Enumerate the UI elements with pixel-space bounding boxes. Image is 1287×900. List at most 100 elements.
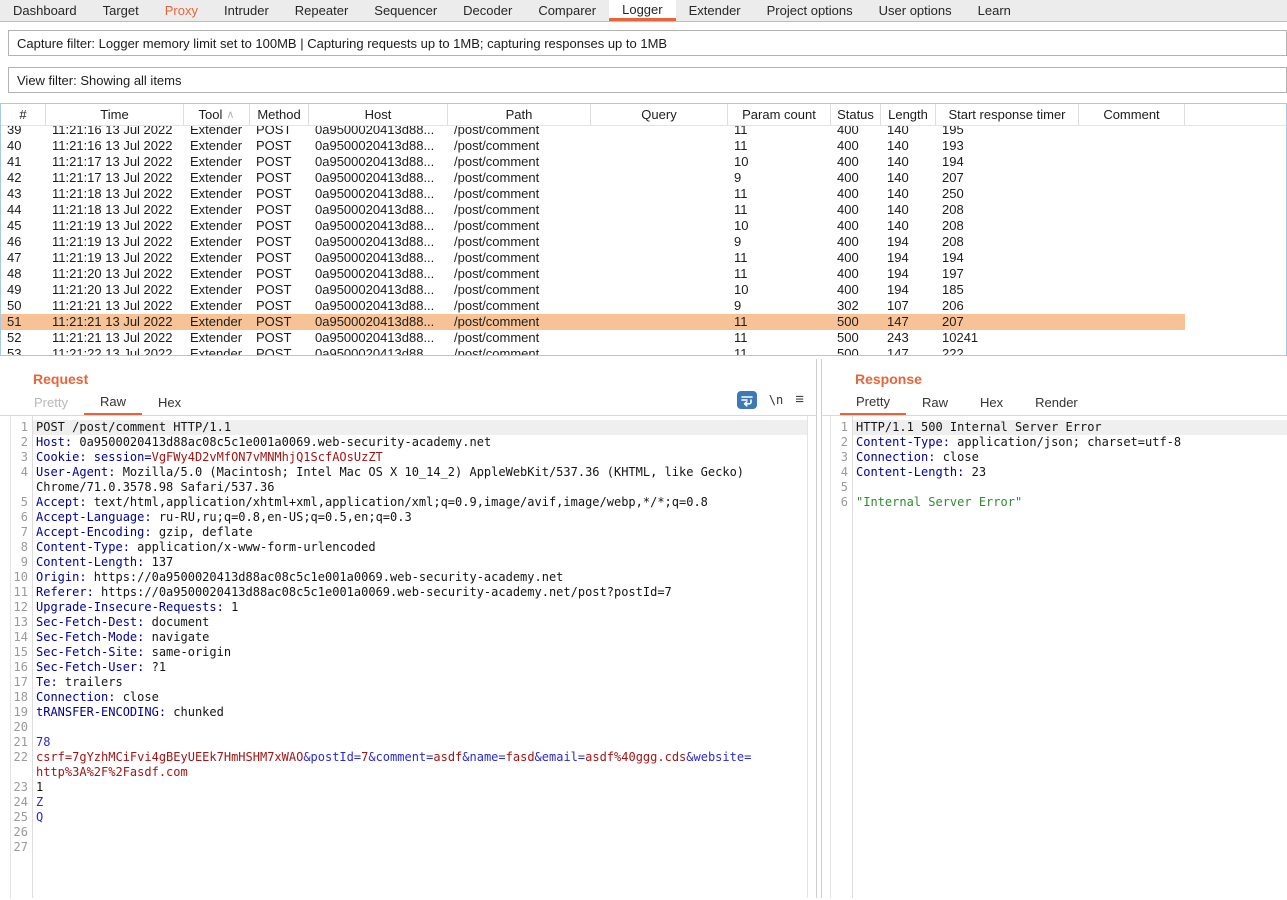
code-line[interactable]: 2178 xyxy=(11,735,807,750)
cell-path: /post/comment xyxy=(448,266,591,282)
code-line[interactable]: 25Q xyxy=(11,810,807,825)
code-line[interactable]: 6Accept-Language: ru-RU,ru;q=0.8,en-US;q… xyxy=(11,510,807,525)
menu-tab-logger[interactable]: Logger xyxy=(609,0,675,21)
code-line[interactable]: 15Sec-Fetch-Site: same-origin xyxy=(11,645,807,660)
column-header-length[interactable]: Length xyxy=(881,104,936,125)
menu-tab-comparer[interactable]: Comparer xyxy=(525,0,609,21)
cell-status: 400 xyxy=(831,138,881,154)
code-segment: Z xyxy=(36,795,43,809)
menu-tab-user-options[interactable]: User options xyxy=(866,0,965,21)
code-line[interactable]: http%3A%2F%2Fasdf.com xyxy=(11,765,807,780)
code-line[interactable]: 3Connection: close xyxy=(831,450,1287,465)
code-line[interactable]: 20 xyxy=(11,720,807,735)
column-header-status[interactable]: Status xyxy=(831,104,881,125)
code-line[interactable]: 27 xyxy=(11,840,807,855)
column-header-path[interactable]: Path xyxy=(448,104,591,125)
line-number xyxy=(11,480,32,495)
code-line[interactable]: 231 xyxy=(11,780,807,795)
code-line[interactable]: 13Sec-Fetch-Dest: document xyxy=(11,615,807,630)
newline-chars-icon[interactable]: \n xyxy=(769,393,783,407)
code-line[interactable]: 24Z xyxy=(11,795,807,810)
column-header-time[interactable]: Time xyxy=(46,104,184,125)
code-line[interactable]: 1HTTP/1.1 500 Internal Server Error xyxy=(831,420,1287,435)
menu-tab-sequencer[interactable]: Sequencer xyxy=(361,0,450,21)
code-line[interactable]: 19tRANSFER-ENCODING: chunked xyxy=(11,705,807,720)
response-tab-hex[interactable]: Hex xyxy=(964,389,1019,415)
code-line[interactable]: 7Accept-Encoding: gzip, deflate xyxy=(11,525,807,540)
log-entry-row-39[interactable]: 3911:21:16 13 Jul 2022ExtenderPOST0a9500… xyxy=(1,126,1286,138)
column-header-param-count[interactable]: Param count xyxy=(728,104,831,125)
code-line[interactable]: 5Accept: text/html,application/xhtml+xml… xyxy=(11,495,807,510)
log-entry-row-47[interactable]: 4711:21:19 13 Jul 2022ExtenderPOST0a9500… xyxy=(1,250,1286,266)
log-entry-row-50[interactable]: 5011:21:21 13 Jul 2022ExtenderPOST0a9500… xyxy=(1,298,1286,314)
log-entry-row-41[interactable]: 4111:21:17 13 Jul 2022ExtenderPOST0a9500… xyxy=(1,154,1286,170)
log-entry-row-46[interactable]: 4611:21:19 13 Jul 2022ExtenderPOST0a9500… xyxy=(1,234,1286,250)
menu-tab-extender[interactable]: Extender xyxy=(676,0,754,21)
cell-param-count: 11 xyxy=(728,330,831,346)
column-header-method[interactable]: Method xyxy=(250,104,309,125)
code-line[interactable]: 3Cookie: session=VgFWy4D2vMfON7vMNMhjQ1S… xyxy=(11,450,807,465)
response-editor[interactable]: 1HTTP/1.1 500 Internal Server Error2Cont… xyxy=(830,416,1287,898)
code-line[interactable]: 10Origin: https://0a9500020413d88ac08c5c… xyxy=(11,570,807,585)
request-tab-raw[interactable]: Raw xyxy=(84,389,142,415)
pretty-print-icon[interactable] xyxy=(737,391,757,409)
code-line[interactable]: 4User-Agent: Mozilla/5.0 (Macintosh; Int… xyxy=(11,465,807,480)
menu-tab-proxy[interactable]: Proxy xyxy=(152,0,211,21)
menu-tab-repeater[interactable]: Repeater xyxy=(282,0,361,21)
code-line[interactable]: 26 xyxy=(11,825,807,840)
log-entry-row-44[interactable]: 4411:21:18 13 Jul 2022ExtenderPOST0a9500… xyxy=(1,202,1286,218)
code-line[interactable]: 12Upgrade-Insecure-Requests: 1 xyxy=(11,600,807,615)
request-editor[interactable]: 1POST /post/comment HTTP/1.12Host: 0a950… xyxy=(10,416,808,898)
column-header-tool[interactable]: Tool∧ xyxy=(184,104,250,125)
code-segment: asdf xyxy=(433,750,462,764)
log-entry-row-42[interactable]: 4211:21:17 13 Jul 2022ExtenderPOST0a9500… xyxy=(1,170,1286,186)
code-line[interactable]: 6"Internal Server Error" xyxy=(831,495,1287,510)
menu-tab-target[interactable]: Target xyxy=(90,0,152,21)
request-tab-pretty[interactable]: Pretty xyxy=(18,389,84,415)
log-entry-row-51[interactable]: 5111:21:21 13 Jul 2022ExtenderPOST0a9500… xyxy=(1,314,1286,330)
code-line[interactable]: 2Host: 0a9500020413d88ac08c5c1e001a0069.… xyxy=(11,435,807,450)
code-line[interactable]: 5 xyxy=(831,480,1287,495)
code-line[interactable]: 4Content-Length: 23 xyxy=(831,465,1287,480)
response-tab-raw[interactable]: Raw xyxy=(906,389,964,415)
cell-method: POST xyxy=(250,186,309,202)
menu-tab-decoder[interactable]: Decoder xyxy=(450,0,525,21)
log-entry-row-49[interactable]: 4911:21:20 13 Jul 2022ExtenderPOST0a9500… xyxy=(1,282,1286,298)
editor-menu-icon[interactable]: ≡ xyxy=(795,391,804,408)
code-line[interactable]: 18Connection: close xyxy=(11,690,807,705)
code-line[interactable]: 8Content-Type: application/x-www-form-ur… xyxy=(11,540,807,555)
code-line[interactable]: 14Sec-Fetch-Mode: navigate xyxy=(11,630,807,645)
column-header-label: Host xyxy=(365,107,392,122)
code-line[interactable]: 17Te: trailers xyxy=(11,675,807,690)
column-header-query[interactable]: Query xyxy=(591,104,728,125)
log-entry-row-40[interactable]: 4011:21:16 13 Jul 2022ExtenderPOST0a9500… xyxy=(1,138,1286,154)
response-tab-pretty[interactable]: Pretty xyxy=(840,389,906,415)
log-entry-row-48[interactable]: 4811:21:20 13 Jul 2022ExtenderPOST0a9500… xyxy=(1,266,1286,282)
cell-num: 41 xyxy=(1,154,46,170)
menu-tab-learn[interactable]: Learn xyxy=(965,0,1024,21)
column-header-host[interactable]: Host xyxy=(309,104,448,125)
column-header-comment[interactable]: Comment xyxy=(1079,104,1185,125)
log-entry-row-52[interactable]: 5211:21:21 13 Jul 2022ExtenderPOST0a9500… xyxy=(1,330,1286,346)
code-line[interactable]: 1POST /post/comment HTTP/1.1 xyxy=(11,420,807,435)
code-line[interactable]: 11Referer: https://0a9500020413d88ac08c5… xyxy=(11,585,807,600)
code-line[interactable]: 2Content-Type: application/json; charset… xyxy=(831,435,1287,450)
menu-tab-project-options[interactable]: Project options xyxy=(754,0,866,21)
column-header-[interactable]: # xyxy=(1,104,46,125)
log-entry-row-43[interactable]: 4311:21:18 13 Jul 2022ExtenderPOST0a9500… xyxy=(1,186,1286,202)
cell-status: 302 xyxy=(831,298,881,314)
view-filter-bar[interactable]: View filter: Showing all items xyxy=(8,67,1287,93)
response-tab-render[interactable]: Render xyxy=(1019,389,1094,415)
log-entry-row-45[interactable]: 4511:21:19 13 Jul 2022ExtenderPOST0a9500… xyxy=(1,218,1286,234)
code-line[interactable]: Chrome/71.0.3578.98 Safari/537.36 xyxy=(11,480,807,495)
code-line[interactable]: 22csrf=7gYzhMCiFvi4gBEyUEEk7HmHSHM7xWAO&… xyxy=(11,750,807,765)
request-tab-hex[interactable]: Hex xyxy=(142,389,197,415)
code-line[interactable]: 16Sec-Fetch-User: ?1 xyxy=(11,660,807,675)
capture-filter-bar[interactable]: Capture filter: Logger memory limit set … xyxy=(8,30,1287,56)
menu-tab-dashboard[interactable]: Dashboard xyxy=(0,0,90,21)
cell-start-response-timer: 208 xyxy=(936,234,1079,250)
column-header-start-response-timer[interactable]: Start response timer xyxy=(936,104,1079,125)
log-entry-row-53[interactable]: 5311:21:22 13 Jul 2022ExtenderPOST0a9500… xyxy=(1,346,1286,355)
code-line[interactable]: 9Content-Length: 137 xyxy=(11,555,807,570)
menu-tab-intruder[interactable]: Intruder xyxy=(211,0,282,21)
